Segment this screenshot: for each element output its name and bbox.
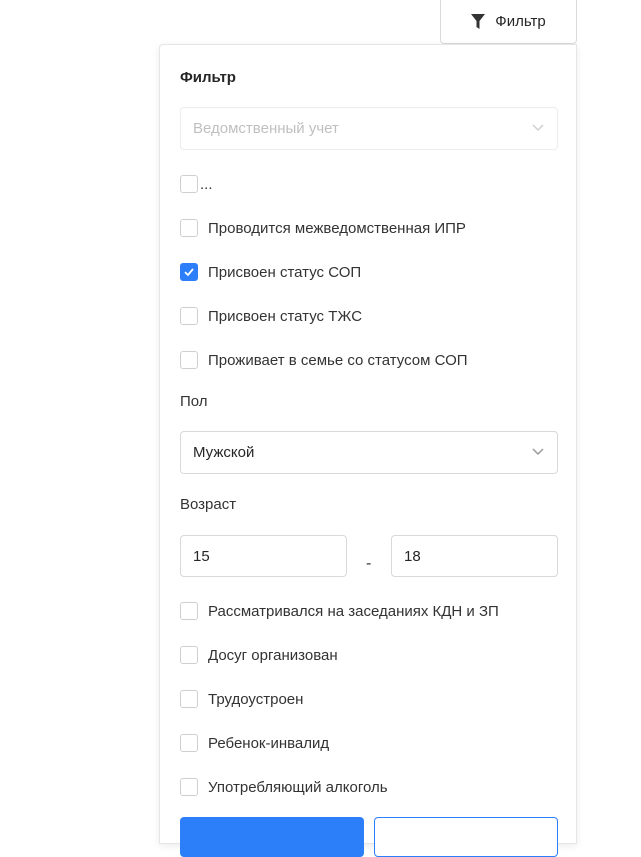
age-to-value: 18 (404, 547, 421, 565)
age-from-input[interactable]: 15 (180, 535, 347, 577)
checkbox-row-disabled-child[interactable]: Ребенок-инвалид (180, 733, 329, 753)
apply-button[interactable] (180, 817, 364, 857)
checkbox-label: Присвоен статус ТЖС (208, 307, 363, 325)
checkbox-row-leisure[interactable]: Досуг организован (180, 645, 338, 665)
checkmark-icon (184, 268, 194, 277)
filter-toggle-label: Фильтр (495, 13, 546, 30)
checkbox-row-family-sop[interactable]: Проживает в семье со статусом СОП (180, 350, 468, 370)
department-select[interactable]: Ведомственный учет (180, 107, 558, 150)
checkbox-row-alcohol[interactable]: Употребляющий алкоголь (180, 777, 388, 797)
gender-select-value: Мужской (193, 444, 255, 461)
checkbox[interactable] (180, 219, 198, 237)
gender-select[interactable]: Мужской (180, 431, 558, 474)
checkbox-row-kdn-meetings[interactable]: Рассматривался на заседаниях КДН и ЗП (180, 601, 499, 621)
filter-toggle-button[interactable]: Фильтр (440, 0, 577, 44)
checkbox[interactable] (180, 351, 198, 369)
chevron-down-icon (531, 120, 545, 138)
checkbox-label: Проводится межведомственная ИПР (208, 219, 466, 237)
chevron-down-icon (531, 444, 545, 462)
checkbox-label: ... (200, 175, 213, 193)
checkbox[interactable] (180, 602, 198, 620)
checkbox-label: Проживает в семье со статусом СОП (208, 351, 468, 369)
age-to-input[interactable]: 18 (391, 535, 558, 577)
age-label: Возраст (180, 496, 237, 513)
checkbox[interactable] (180, 778, 198, 796)
checkbox-label: Досуг организован (208, 646, 338, 664)
checkbox-label: Трудоустроен (208, 690, 304, 708)
reset-button[interactable] (374, 817, 558, 857)
checkbox-row-employed[interactable]: Трудоустроен (180, 689, 303, 709)
funnel-icon (471, 13, 486, 30)
checkbox[interactable] (180, 734, 198, 752)
filter-panel: Фильтр Ведомственный учет ... Проводится… (159, 44, 577, 857)
checkbox-row-status-tzhs[interactable]: Присвоен статус ТЖС (180, 306, 362, 326)
checkbox-label: Ребенок-инвалид (208, 734, 330, 752)
checkbox-checked[interactable] (180, 263, 198, 281)
checkbox-label: Присвоен статус СОП (208, 263, 362, 281)
checkbox[interactable] (180, 175, 198, 193)
checkbox-label: Употребляющий алкоголь (208, 778, 388, 796)
checkbox-label: Рассматривался на заседаниях КДН и ЗП (208, 602, 499, 620)
checkbox-row-ellipsis[interactable]: ... (180, 174, 213, 194)
checkbox[interactable] (180, 307, 198, 325)
department-select-placeholder: Ведомственный учет (193, 120, 339, 137)
checkbox[interactable] (180, 690, 198, 708)
checkbox-row-status-sop[interactable]: Присвоен статус СОП (180, 262, 361, 282)
gender-label: Пол (180, 393, 208, 410)
checkbox[interactable] (180, 646, 198, 664)
age-range-separator: - (366, 555, 372, 572)
age-from-value: 15 (193, 547, 210, 565)
checkbox-row-interagency-ipr[interactable]: Проводится межведомственная ИПР (180, 218, 466, 238)
panel-title: Фильтр (180, 69, 236, 86)
